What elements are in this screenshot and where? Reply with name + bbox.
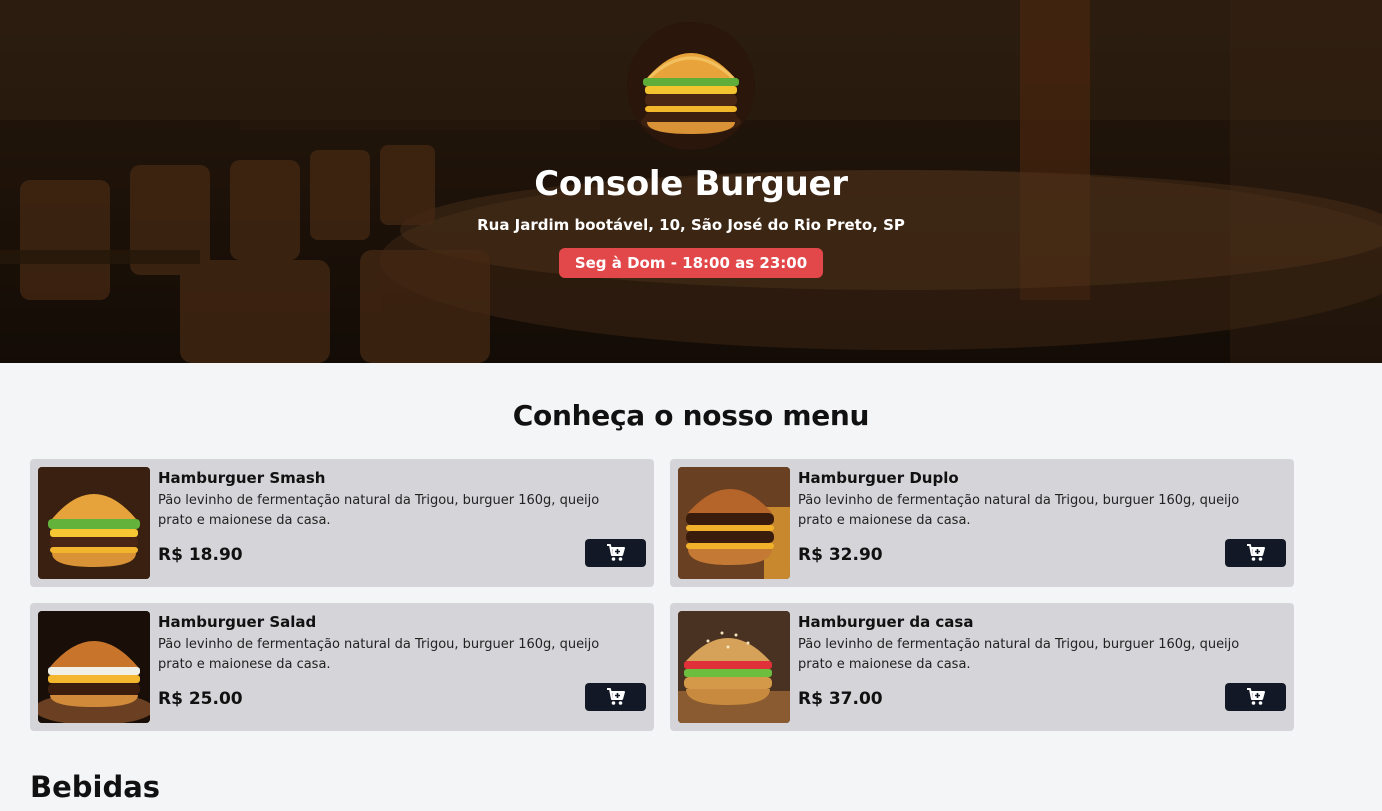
item-name: Hamburguer Duplo — [798, 469, 959, 487]
item-price: R$ 32.90 — [798, 545, 883, 565]
item-name: Hamburguer Salad — [158, 613, 317, 631]
burger-logo-icon — [627, 22, 755, 150]
smash-burger-photo — [38, 467, 150, 579]
add-to-cart-button[interactable] — [1225, 539, 1286, 567]
item-description: Pão levinho de fermentação natural da Tr… — [798, 493, 1240, 528]
menu-grid: Hamburguer Smash Pão levinho de fermenta… — [30, 459, 1294, 731]
opening-hours-badge: Seg à Dom - 18:00 as 23:00 — [558, 248, 824, 278]
add-to-cart-button[interactable] — [1225, 683, 1286, 711]
item-name: Hamburguer da casa — [798, 613, 974, 631]
house-burger-photo — [678, 611, 790, 723]
cart-plus-icon — [1246, 688, 1265, 705]
menu-item: Hamburguer Smash Pão levinho de fermenta… — [30, 459, 654, 587]
item-name: Hamburguer Smash — [158, 469, 326, 487]
cart-plus-icon — [606, 688, 625, 705]
menu-item: Hamburguer da casa Pão levinho de fermen… — [670, 603, 1294, 731]
item-price: R$ 25.00 — [158, 689, 243, 709]
restaurant-logo — [627, 22, 755, 150]
add-to-cart-button[interactable] — [585, 683, 646, 711]
cart-plus-icon — [606, 544, 625, 561]
menu-title: Conheça o nosso menu — [512, 399, 870, 432]
restaurant-name: Console Burguer — [534, 164, 848, 204]
item-price: R$ 37.00 — [798, 689, 883, 709]
item-description: Pão levinho de fermentação natural da Tr… — [158, 637, 600, 672]
item-description: Pão levinho de fermentação natural da Tr… — [798, 637, 1240, 672]
item-price: R$ 18.90 — [158, 545, 243, 565]
item-description: Pão levinho de fermentação natural da Tr… — [158, 493, 600, 528]
menu-item: Hamburguer Salad Pão levinho de fermenta… — [30, 603, 654, 731]
menu-item: Hamburguer Duplo Pão levinho de fermenta… — [670, 459, 1294, 587]
cart-plus-icon — [1246, 544, 1265, 561]
drinks-section-title: Bebidas — [30, 770, 161, 804]
double-burger-photo — [678, 467, 790, 579]
restaurant-address: Rua Jardim bootável, 10, São José do Rio… — [477, 216, 905, 234]
add-to-cart-button[interactable] — [585, 539, 646, 567]
salad-burger-photo — [38, 611, 150, 723]
hero-banner: Console Burguer Rua Jardim bootável, 10,… — [0, 0, 1382, 363]
